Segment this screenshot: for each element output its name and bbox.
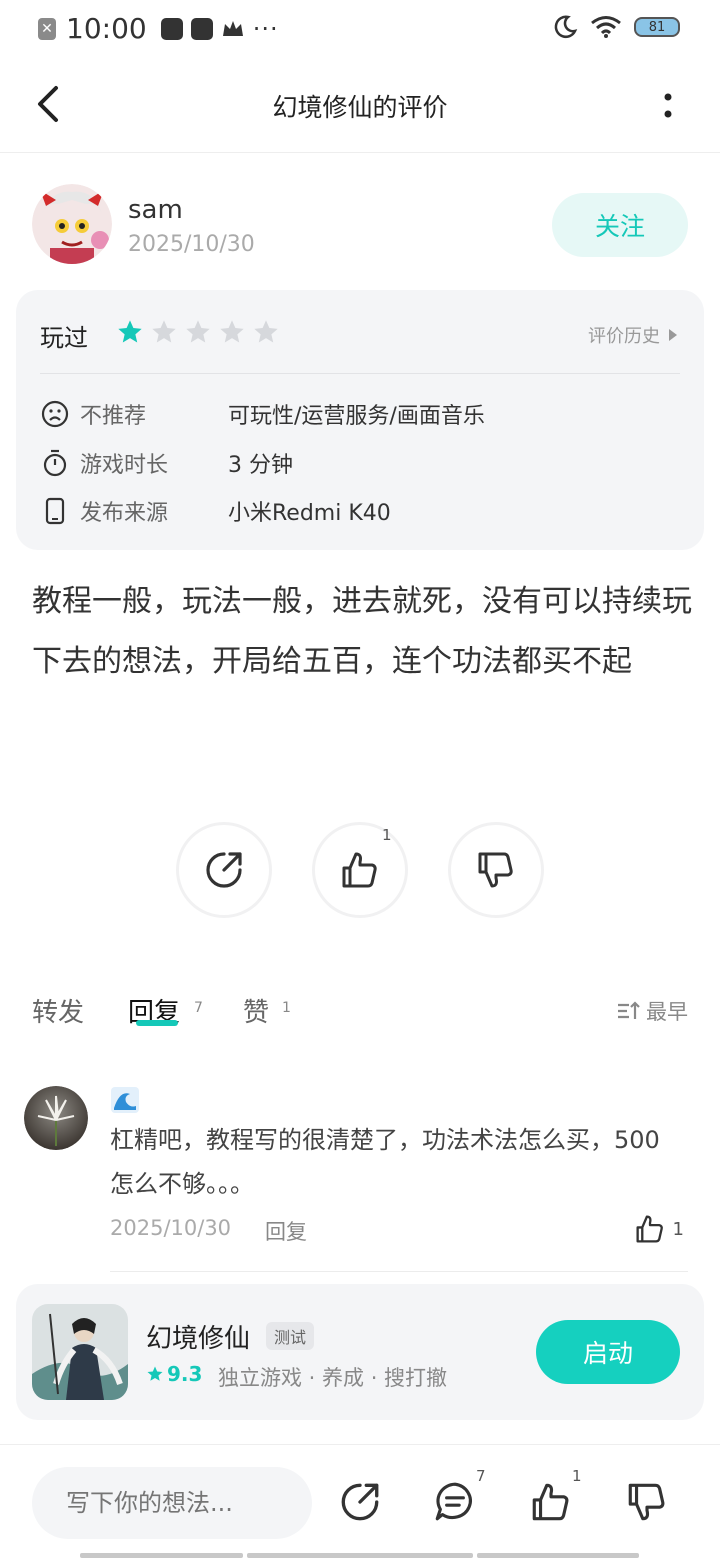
gesture-bar	[477, 1553, 639, 1558]
battery-icon: 81	[634, 17, 680, 37]
crown-icon	[222, 20, 243, 36]
info-row-source: 发布来源 小米Redmi K40	[40, 494, 680, 528]
info-label: 发布来源	[80, 501, 169, 526]
commenter-avatar[interactable]	[24, 1086, 88, 1150]
share-icon	[206, 852, 242, 888]
comment-text: 杠精吧，教程写的很清楚了，功法术法怎么买，500怎么不够。。。	[110, 1126, 660, 1198]
mail-icon	[160, 17, 183, 40]
stopwatch-icon	[43, 449, 67, 477]
game-card[interactable]: 幻境修仙 测试 9.3 独立游戏 · 养成 · 搜打撤 启动	[16, 1284, 704, 1420]
tab-repost[interactable]: 转发	[32, 992, 84, 1029]
game-score: 9.3	[146, 1362, 202, 1386]
sort-icon	[618, 1001, 640, 1019]
info-value: 可玩性/运营服务/画面音乐	[228, 404, 485, 429]
tab-replies-count: 7	[194, 1000, 203, 1016]
star-empty-icon	[186, 320, 210, 343]
notification-close-icon: ✕	[38, 17, 56, 40]
review-date: 2025/10/30	[128, 232, 255, 257]
game-tag: 测试	[266, 1322, 315, 1350]
follow-button[interactable]: 关注	[552, 193, 688, 257]
star-empty-icon	[152, 320, 176, 343]
game-genres: 独立游戏 · 养成 · 搜打撤	[218, 1366, 448, 1390]
more-notifications-icon: ···	[252, 14, 279, 43]
launch-button[interactable]: 启动	[536, 1320, 680, 1384]
active-tab-indicator	[136, 1020, 178, 1026]
info-value: 3 分钟	[228, 453, 293, 478]
info-label: 游戏时长	[80, 453, 169, 478]
star-rating	[116, 318, 280, 346]
page-title: 幻境修仙的评价	[272, 93, 448, 122]
comment-date: 2025/10/30	[110, 1216, 232, 1240]
game-score-value: 9.3	[167, 1362, 203, 1386]
wave-badge-icon	[111, 1087, 139, 1113]
comment-reply-button[interactable]: 回复	[265, 1216, 307, 1246]
thumbs-up-icon	[636, 1215, 663, 1243]
video-icon	[190, 17, 213, 40]
wifi-icon	[591, 16, 621, 38]
status-bar: ✕ 10:00 ··· 81	[0, 0, 720, 58]
comment-like-button[interactable]: 1	[633, 1212, 684, 1246]
review-text: 教程一般，玩法一般，进去就死，没有可以持续玩下去的想法，开局给五百，连个功法都买…	[32, 584, 692, 679]
review-info-card: 玩过 评价历史 不推荐 可玩性/运营服务/画面音乐 游戏时长 3 分钟 发布来源…	[16, 290, 704, 550]
rating-history-label: 评价历史	[588, 326, 660, 347]
comment-like-count: 1	[672, 1218, 684, 1240]
header: 幻境修仙的评价	[0, 58, 720, 153]
divider	[40, 373, 680, 374]
dislike-button[interactable]	[448, 822, 544, 918]
comment-icon[interactable]	[432, 1479, 478, 1525]
game-name: 幻境修仙	[146, 1324, 251, 1354]
sort-label: 最早	[646, 1000, 688, 1024]
star-filled-icon	[118, 320, 142, 343]
info-value: 小米Redmi K40	[228, 501, 391, 526]
gesture-bar	[80, 1553, 243, 1558]
game-icon	[32, 1304, 128, 1400]
gesture-bar	[247, 1553, 473, 1558]
phone-icon	[45, 497, 65, 525]
played-label: 玩过	[40, 324, 88, 352]
status-time: 10:00	[66, 12, 147, 45]
share-button[interactable]	[176, 822, 272, 918]
divider	[110, 1271, 688, 1272]
bottom-like-count: 1	[572, 1467, 582, 1485]
like-count: 1	[382, 826, 392, 844]
sort-button[interactable]: 最早	[616, 996, 688, 1026]
info-label: 不推荐	[80, 404, 147, 429]
more-vertical-icon[interactable]	[658, 88, 678, 124]
thumbs-up-icon[interactable]	[528, 1479, 574, 1525]
rating-history-link[interactable]: 评价历史	[588, 322, 678, 348]
info-row-playtime: 游戏时长 3 分钟	[40, 446, 680, 480]
comment-count: 7	[476, 1467, 486, 1485]
tab-likes-count: 1	[282, 1000, 291, 1016]
star-filled-icon	[147, 1366, 163, 1381]
info-row-recommend: 不推荐 可玩性/运营服务/画面音乐	[40, 397, 680, 431]
triangle-right-icon	[669, 329, 677, 341]
thumbs-down-icon	[478, 852, 513, 888]
moon-icon	[554, 15, 578, 38]
share-icon[interactable]	[337, 1479, 383, 1525]
tab-likes[interactable]: 赞	[243, 992, 269, 1029]
thumbs-up-icon	[342, 852, 377, 888]
sad-face-icon	[41, 400, 69, 428]
author-name[interactable]: sam	[128, 195, 183, 225]
thumbs-down-icon[interactable]	[624, 1479, 670, 1525]
like-button[interactable]	[312, 822, 408, 918]
author-avatar[interactable]	[32, 184, 112, 264]
star-empty-icon	[254, 320, 278, 343]
bottom-bar: 7 1	[0, 1444, 720, 1560]
star-empty-icon	[220, 320, 244, 343]
comment-input[interactable]	[32, 1467, 312, 1539]
